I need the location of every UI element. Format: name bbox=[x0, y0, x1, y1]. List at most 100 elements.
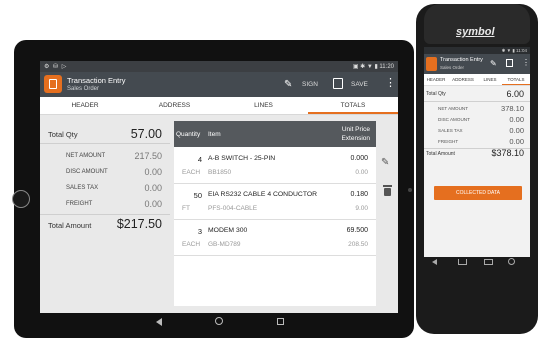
app-subtitle: Sales Order bbox=[67, 86, 100, 92]
app-title: Transaction Entry bbox=[67, 76, 126, 85]
row-extension: 9.00 bbox=[355, 205, 368, 212]
navigation-bar bbox=[40, 313, 398, 331]
net-amount-label: NET AMOUNT bbox=[66, 153, 106, 159]
phone-disc-amount-value: 0.00 bbox=[509, 115, 524, 124]
phone-sales-tax-value: 0.00 bbox=[509, 126, 524, 135]
row-qty: 50 bbox=[193, 191, 202, 200]
phone-total-qty-value: 6.00 bbox=[506, 89, 524, 99]
freight-value: 0.00 bbox=[144, 199, 162, 209]
column-unit-price: Unit Price Extension bbox=[341, 125, 370, 143]
phone-tab-header[interactable]: HEADER bbox=[424, 74, 448, 85]
tab-address[interactable]: ADDRESS bbox=[130, 97, 219, 114]
phone-freight-value: 0.00 bbox=[509, 137, 524, 146]
total-amount-value: $217.50 bbox=[116, 217, 162, 231]
row-item-code: BB1850 bbox=[208, 169, 232, 176]
phone-disc-amount-label: DISC AMOUNT bbox=[438, 117, 470, 122]
sign-icon[interactable]: ✎ bbox=[284, 79, 292, 90]
phone-net-amount-value: 378.10 bbox=[501, 104, 524, 113]
phone-recent-apps-icon[interactable] bbox=[484, 259, 493, 265]
row-unit-price: 0.000 bbox=[350, 155, 368, 162]
tablet-screen: ⚙ ⛁ ▷ ▣ ✱ ▼ ▮ 11:20 Transaction Entry Sa… bbox=[40, 61, 398, 331]
divider bbox=[40, 214, 170, 215]
phone-status-bar: ✱ ▼ ▮ 11:04 bbox=[424, 47, 530, 54]
sales-tax-label: SALES TAX bbox=[66, 185, 99, 191]
status-left-icons: ⚙ ⛁ ▷ bbox=[44, 64, 68, 70]
row-qty: 3 bbox=[197, 227, 202, 236]
tablet-home-button[interactable] bbox=[12, 190, 30, 208]
table-row[interactable]: 50 FT EIA RS232 CABLE 4 CONDUCTOR PFS-00… bbox=[174, 183, 376, 220]
tab-lines[interactable]: LINES bbox=[219, 97, 308, 114]
phone-tab-totals[interactable]: TOTALS bbox=[502, 74, 530, 85]
save-button[interactable]: SAVE bbox=[351, 81, 368, 88]
tab-header[interactable]: HEADER bbox=[40, 97, 130, 114]
phone-home-icon[interactable] bbox=[458, 259, 467, 265]
recent-apps-icon[interactable] bbox=[277, 318, 284, 325]
tab-totals[interactable]: TOTALS bbox=[308, 97, 398, 114]
row-extension: 208.50 bbox=[348, 241, 368, 248]
column-quantity: Quantity bbox=[176, 131, 201, 138]
phone-screen: ✱ ▼ ▮ 11:04 Transaction Entry Sales Orde… bbox=[424, 47, 530, 257]
tab-bar: HEADER ADDRESS LINES TOTALS bbox=[40, 97, 398, 115]
total-qty-label: Total Qty bbox=[48, 130, 78, 139]
back-icon[interactable] bbox=[156, 318, 162, 326]
net-amount-value: 217.50 bbox=[134, 151, 162, 161]
phone-app-bar: Transaction Entry Sales Order ✎ ⋮ bbox=[424, 54, 530, 74]
disc-amount-label: DISC AMOUNT bbox=[66, 169, 108, 175]
row-item-code: GB-MD789 bbox=[208, 241, 241, 248]
phone-app-logo-icon[interactable] bbox=[426, 57, 437, 71]
phone-search-icon[interactable] bbox=[508, 258, 515, 265]
phone-sign-icon[interactable]: ✎ bbox=[490, 59, 497, 68]
phone-sales-tax-label: SALES TAX bbox=[438, 128, 463, 133]
delete-icon[interactable] bbox=[383, 185, 392, 196]
freight-label: FREIGHT bbox=[66, 201, 93, 207]
row-description: MODEM 300 bbox=[208, 227, 248, 234]
phone-total-amount-value: $378.10 bbox=[491, 148, 524, 158]
status-bar: ⚙ ⛁ ▷ ▣ ✱ ▼ ▮ 11:20 bbox=[40, 61, 398, 72]
divider bbox=[424, 101, 530, 102]
total-amount-label: Total Amount bbox=[48, 221, 92, 230]
tablet-camera bbox=[408, 188, 412, 192]
phone-app-title: Transaction Entry bbox=[440, 57, 483, 63]
row-description: EIA RS232 CABLE 4 CONDUCTOR bbox=[208, 191, 318, 198]
phone-freight-label: FREIGHT bbox=[438, 139, 459, 144]
sales-tax-value: 0.00 bbox=[144, 183, 162, 193]
phone-app-subtitle: Sales Order bbox=[440, 65, 465, 70]
phone-tab-bar: HEADER ADDRESS LINES TOTALS bbox=[424, 74, 530, 86]
row-uom: FT bbox=[182, 205, 190, 212]
row-description: A-B SWITCH - 25-PIN bbox=[208, 155, 276, 162]
phone-tab-address[interactable]: ADDRESS bbox=[448, 74, 478, 85]
row-item-code: PFS-004-CABLE bbox=[208, 205, 258, 212]
phone-total-amount-label: Total Amount bbox=[426, 151, 455, 157]
edit-icon[interactable]: ✎ bbox=[381, 157, 389, 168]
table-row[interactable]: 3 EACH MODEM 300 GB-MD789 69.500 208.50 bbox=[174, 219, 376, 256]
sign-button[interactable]: SIGN bbox=[302, 81, 318, 88]
phone-tab-lines[interactable]: LINES bbox=[478, 74, 502, 85]
row-unit-price: 0.180 bbox=[350, 191, 368, 198]
collected-data-button[interactable]: COLLECTED DATA bbox=[434, 186, 522, 200]
table-header: Quantity Item Unit Price Extension bbox=[174, 121, 376, 147]
app-logo-icon[interactable] bbox=[44, 75, 62, 93]
status-right-text: ▣ ✱ ▼ ▮ 11:20 bbox=[352, 64, 394, 70]
row-uom: EACH bbox=[182, 241, 201, 248]
brand-logo: symbol bbox=[456, 26, 495, 38]
row-uom: EACH bbox=[182, 169, 201, 176]
home-icon[interactable] bbox=[215, 317, 223, 325]
phone-back-icon[interactable] bbox=[432, 259, 437, 265]
divider bbox=[40, 143, 170, 144]
app-bar: Transaction Entry Sales Order ✎ SIGN SAV… bbox=[40, 72, 398, 97]
total-qty-value: 57.00 bbox=[130, 127, 162, 141]
save-icon[interactable] bbox=[333, 78, 343, 89]
row-extension: 0.00 bbox=[355, 169, 368, 176]
phone-net-amount-label: NET AMOUNT bbox=[438, 106, 469, 111]
table-row[interactable]: 4 EACH A-B SWITCH - 25-PIN BB1850 0.000 … bbox=[174, 147, 376, 184]
row-unit-price: 69.500 bbox=[346, 227, 368, 234]
overflow-menu-icon[interactable]: ⋮ bbox=[385, 77, 396, 89]
column-unit-price-label: Unit Price bbox=[341, 126, 370, 133]
disc-amount-value: 0.00 bbox=[144, 167, 162, 177]
phone-navigation-bar bbox=[424, 257, 530, 269]
phone-save-icon[interactable] bbox=[506, 59, 513, 67]
lines-table: Quantity Item Unit Price Extension 4 EAC… bbox=[174, 121, 376, 306]
phone-overflow-menu-icon[interactable]: ⋮ bbox=[522, 58, 530, 67]
row-qty: 4 bbox=[197, 155, 202, 164]
column-extension-label: Extension bbox=[341, 135, 370, 142]
